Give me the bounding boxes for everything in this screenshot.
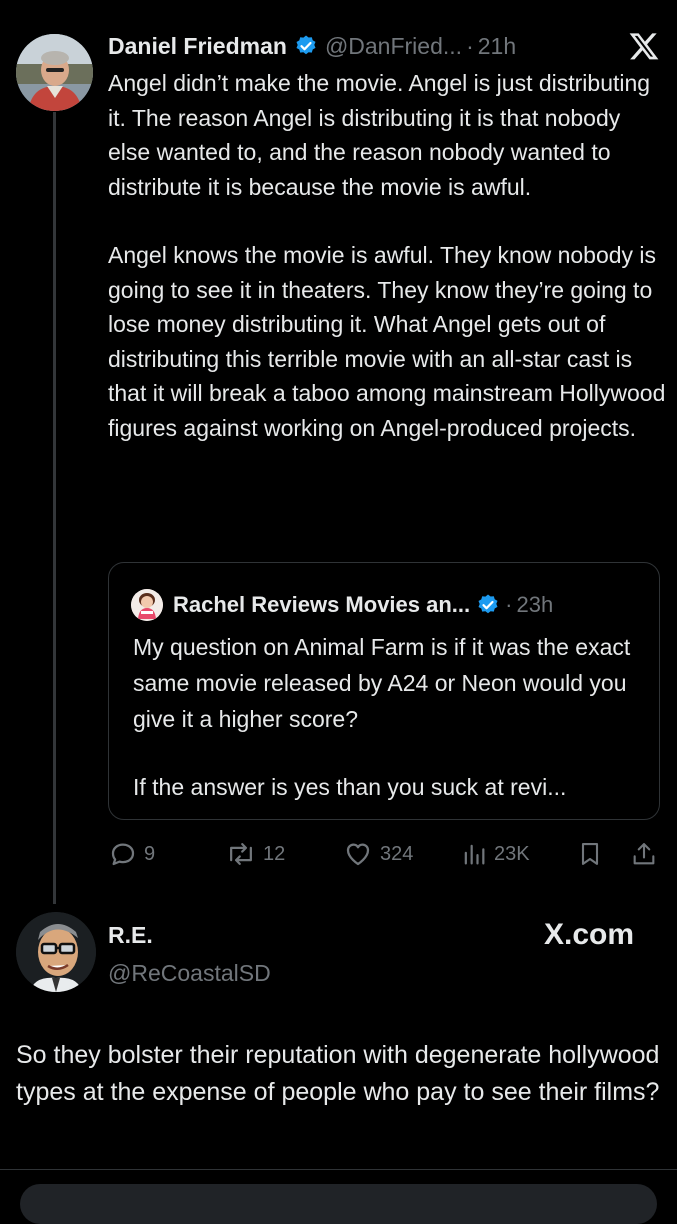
author-avatar[interactable] [16, 34, 93, 111]
views-count: 23K [494, 842, 530, 865]
share-button[interactable] [630, 836, 658, 872]
reply-compose-bar[interactable] [20, 1184, 657, 1224]
tweet-paragraph: Angel knows the movie is awful. They kno… [108, 242, 666, 441]
tweet-paragraph: Angel didn’t make the movie. Angel is ju… [108, 70, 651, 200]
repost-count: 12 [263, 842, 286, 865]
quoted-author-avatar [131, 589, 163, 621]
quoted-paragraph: My question on Animal Farm is if it was … [133, 634, 631, 732]
quoted-tweet-body: My question on Animal Farm is if it was … [133, 629, 653, 837]
tweet-time[interactable]: 21h [478, 33, 516, 60]
separator-dot: · [505, 592, 513, 617]
avatar-photo [16, 34, 93, 111]
divider [0, 1169, 677, 1170]
x-logo-icon [628, 30, 660, 67]
tweet-body: Angel didn’t make the movie. Angel is ju… [108, 66, 668, 479]
tweet-header: Daniel Friedman @DanFried... · 21h [108, 30, 516, 62]
reply-button[interactable]: 9 [108, 836, 155, 872]
like-button[interactable]: 324 [342, 836, 413, 872]
xcom-watermark: X.com [544, 918, 634, 952]
repost-button[interactable]: 12 [225, 836, 285, 872]
reply-author-handle[interactable]: @ReCoastalSD [108, 958, 271, 988]
reply-body: So they bolster their reputation with de… [16, 1041, 660, 1106]
repost-icon [230, 843, 252, 865]
bookmark-icon [581, 843, 599, 865]
tweet-action-bar: 9 12 324 23K [108, 836, 660, 872]
reply-author-block: R.E. @ReCoastalSD [108, 920, 271, 988]
author-name[interactable]: Daniel Friedman [108, 33, 287, 60]
share-icon [633, 843, 655, 865]
quoted-tweet-card[interactable]: Rachel Reviews Movies an... · 23h My que… [108, 562, 660, 820]
verified-badge-icon [476, 593, 500, 617]
author-handle[interactable]: @DanFried... [325, 33, 462, 60]
reply-icon [111, 843, 135, 866]
like-count: 324 [380, 842, 414, 865]
reply-author-avatar[interactable] [16, 912, 96, 992]
heart-icon [346, 843, 370, 866]
quoted-time: 23h [516, 592, 554, 617]
quoted-author-name[interactable]: Rachel Reviews Movies an... [173, 592, 470, 618]
views-icon [464, 844, 485, 865]
verified-badge-icon [294, 34, 318, 58]
avatar-cartoon [16, 912, 96, 992]
watermark-text: X.com [544, 918, 635, 951]
quoted-header: Rachel Reviews Movies an... · 23h [173, 589, 553, 621]
thread-connector-line [53, 112, 56, 904]
separator-dot: · [466, 32, 474, 59]
quoted-paragraph: If the answer is yes than you suck at re… [133, 774, 567, 800]
reply-author-name[interactable]: R.E. [108, 920, 271, 950]
views-button[interactable]: 23K [460, 836, 530, 872]
bookmark-button[interactable] [576, 836, 604, 872]
reply-count: 9 [144, 842, 156, 865]
